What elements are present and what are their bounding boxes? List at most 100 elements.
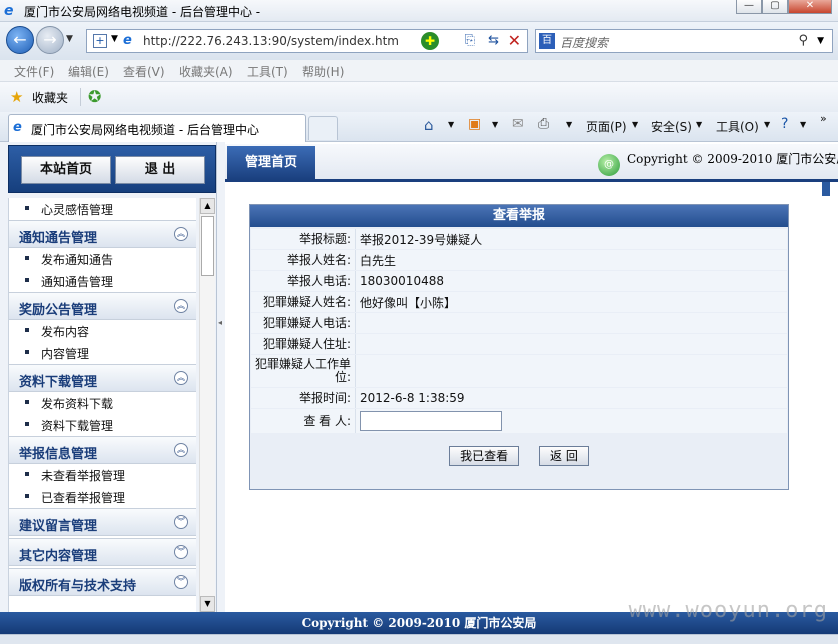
frame-splitter[interactable]: ◂ xyxy=(216,142,225,612)
tools-menu[interactable]: 工具(O) xyxy=(716,118,759,135)
chevron-down-icon[interactable]: ▼ xyxy=(800,120,806,129)
scroll-indicator[interactable] xyxy=(822,182,830,196)
table-row: 举报人姓名: 白先生 xyxy=(251,250,787,270)
chevron-up-icon[interactable]: ︽ xyxy=(174,299,188,313)
sidebar-section-suggestions[interactable]: 建议留言管理 ︾ xyxy=(9,508,196,536)
chevron-up-icon[interactable]: ︽ xyxy=(174,371,188,385)
sidebar-menu: 心灵感悟管理 通知通告管理 ︽ 发布通知通告 通知通告管理 奖励公告管理 ︽ 发布内… xyxy=(8,198,196,612)
sidebar-item-viewed-reports[interactable]: 已查看举报管理 xyxy=(9,486,196,508)
new-tab-button[interactable] xyxy=(308,116,338,140)
sidebar-item-xinling[interactable]: 心灵感悟管理 xyxy=(9,198,196,220)
history-dropdown-icon[interactable]: ▼ xyxy=(66,34,73,44)
chevron-down-icon[interactable]: ▼ xyxy=(632,120,638,129)
scroll-up-icon[interactable]: ▲ xyxy=(200,198,215,214)
menu-tools[interactable]: 工具(T) xyxy=(247,63,288,80)
sidebar-item-publish-content[interactable]: 发布内容 xyxy=(9,320,196,342)
sidebar-scrollbar[interactable]: ▲ ▼ xyxy=(199,198,215,612)
field-value xyxy=(355,313,787,333)
chevron-up-icon[interactable]: ︽ xyxy=(174,227,188,241)
sidebar-section-download[interactable]: 资料下载管理 ︽ xyxy=(9,364,196,392)
table-row: 查 看 人: xyxy=(251,409,787,433)
chevron-down-icon[interactable]: ▼ xyxy=(448,120,454,129)
sidebar-item-manage-download[interactable]: 资料下载管理 xyxy=(9,414,196,436)
help-icon[interactable]: ? xyxy=(781,116,788,132)
sidebar-item-publish-notice[interactable]: 发布通知通告 xyxy=(9,248,196,270)
baidu-logo-icon: 百 xyxy=(539,33,555,49)
field-value xyxy=(355,355,787,387)
sidebar-item-publish-download[interactable]: 发布资料下载 xyxy=(9,392,196,414)
scroll-thumb[interactable] xyxy=(201,216,214,276)
stop-icon[interactable]: ✕ xyxy=(508,31,521,50)
go-icon[interactable]: ✚ xyxy=(421,32,439,50)
scroll-down-icon[interactable]: ▼ xyxy=(200,596,215,612)
mark-viewed-button[interactable]: 我已查看 xyxy=(449,446,520,466)
chevron-down-icon[interactable]: ▼ xyxy=(492,120,498,129)
search-box[interactable]: 百 百度搜索 ⚲ ▼ xyxy=(535,29,833,53)
viewer-input[interactable] xyxy=(360,411,502,431)
address-bar[interactable]: + ▼ e http://222.76.243.13:90/system/ind… xyxy=(86,29,528,53)
chevron-down-icon[interactable]: ︾ xyxy=(174,575,188,589)
menu-help[interactable]: 帮助(H) xyxy=(302,63,344,80)
sidebar-item-unviewed-reports[interactable]: 未查看举报管理 xyxy=(9,464,196,486)
favorites-star-icon[interactable]: ★ xyxy=(10,88,23,106)
back-button-form[interactable]: 返 回 xyxy=(539,446,589,466)
viewer-cell xyxy=(355,409,787,433)
menu-bar: 文件(F) 编辑(E) 查看(V) 收藏夹(A) 工具(T) 帮助(H) xyxy=(0,60,838,82)
tab-admin-home[interactable]: 管理首页 xyxy=(227,146,315,180)
favorites-label[interactable]: 收藏夹 xyxy=(32,89,68,106)
add-favorite-icon[interactable]: ✪ xyxy=(88,87,101,106)
browser-tab[interactable]: e 厦门市公安局网络电视频道 - 后台管理中心 xyxy=(8,114,306,142)
maximize-button[interactable]: ▢ xyxy=(762,0,788,14)
search-icon[interactable]: ⚲ xyxy=(798,33,808,48)
menu-view[interactable]: 查看(V) xyxy=(123,63,165,80)
add-site-icon[interactable]: + xyxy=(93,34,107,48)
forward-button[interactable]: → xyxy=(36,26,64,54)
logout-button[interactable]: 退 出 xyxy=(115,156,205,184)
tab-page-icon: e xyxy=(13,120,22,135)
sidebar-section-report[interactable]: 举报信息管理 ︽ xyxy=(9,436,196,464)
sidebar-item-label: 通知通告管理 xyxy=(41,275,114,289)
sidebar-section-reward[interactable]: 奖励公告管理 ︽ xyxy=(9,292,196,320)
chevron-down-icon[interactable]: ︾ xyxy=(174,515,188,529)
field-label: 举报时间: xyxy=(251,388,355,408)
tab-title: 厦门市公安局网络电视频道 - 后台管理中心 xyxy=(31,123,259,137)
sidebar-section-notice[interactable]: 通知通告管理 ︽ xyxy=(9,220,196,248)
menu-favorites[interactable]: 收藏夹(A) xyxy=(179,63,233,80)
sidebar-item-manage-content[interactable]: 内容管理 xyxy=(9,342,196,364)
viewer-label: 查 看 人: xyxy=(251,409,355,433)
chevron-down-icon[interactable]: ▼ xyxy=(817,36,824,46)
address-toolbar: ← → ▼ + ▼ e http://222.76.243.13:90/syst… xyxy=(0,22,838,60)
print-icon[interactable]: ⎙ xyxy=(538,116,549,132)
menu-file[interactable]: 文件(F) xyxy=(14,63,54,80)
refresh-icon[interactable]: ⇆ xyxy=(488,33,499,48)
site-home-button[interactable]: 本站首页 xyxy=(21,156,111,184)
home-icon[interactable]: ⌂ xyxy=(424,116,434,134)
safety-menu[interactable]: 安全(S) xyxy=(651,118,692,135)
close-window-button[interactable]: ✕ xyxy=(788,0,832,14)
chevron-down-icon[interactable]: ▼ xyxy=(111,34,118,44)
sidebar-section-copyright[interactable]: 版权所有与技术支持 ︾ xyxy=(9,568,196,596)
table-row: 举报人电话: 18030010488 xyxy=(251,271,787,291)
search-placeholder[interactable]: 百度搜索 xyxy=(560,34,608,51)
chevron-down-icon[interactable]: ▼ xyxy=(764,120,770,129)
bullet-icon xyxy=(25,400,29,404)
menu-edit[interactable]: 编辑(E) xyxy=(68,63,109,80)
section-title: 版权所有与技术支持 xyxy=(19,579,137,594)
chevron-down-icon[interactable]: ▼ xyxy=(566,120,572,129)
collapse-arrow-icon[interactable]: ◂ xyxy=(218,318,222,327)
sidebar-item-manage-notice[interactable]: 通知通告管理 xyxy=(9,270,196,292)
chevron-down-icon[interactable]: ︾ xyxy=(174,545,188,559)
field-label: 举报人姓名: xyxy=(251,250,355,270)
url-text[interactable]: http://222.76.243.13:90/system/index.htm xyxy=(143,34,399,48)
minimize-button[interactable]: — xyxy=(736,0,762,14)
page-menu[interactable]: 页面(P) xyxy=(586,118,627,135)
compat-view-icon[interactable]: ⎘ xyxy=(465,33,475,48)
sidebar-item-label: 内容管理 xyxy=(41,347,90,361)
chevron-down-icon[interactable]: ▼ xyxy=(696,120,702,129)
back-button[interactable]: ← xyxy=(6,26,34,54)
mail-icon[interactable]: ✉ xyxy=(512,116,524,132)
feeds-icon[interactable]: ▣ xyxy=(468,116,481,132)
sidebar-section-other[interactable]: 其它内容管理 ︾ xyxy=(9,538,196,566)
chevron-up-icon[interactable]: ︽ xyxy=(174,443,188,457)
more-icon[interactable]: » xyxy=(820,112,827,125)
